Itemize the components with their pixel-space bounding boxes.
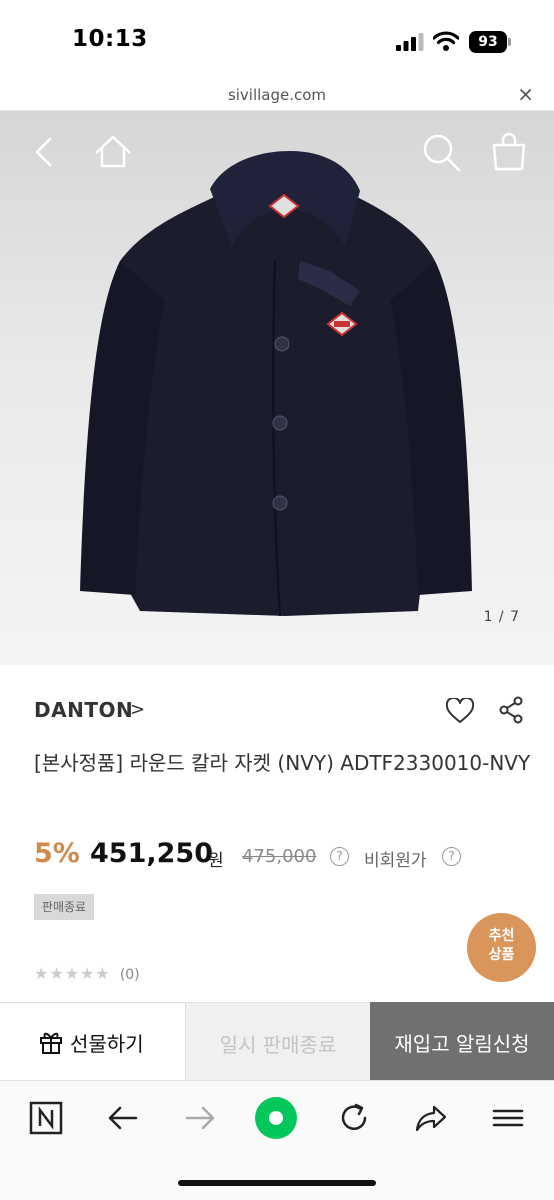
- home-icon[interactable]: [92, 131, 134, 173]
- status-time: 10:13: [72, 26, 148, 52]
- product-image: [80, 151, 472, 617]
- discount-rate: 5%: [34, 838, 80, 869]
- battery-cap: [508, 38, 511, 46]
- reload-icon[interactable]: [337, 1101, 371, 1135]
- currency-unit: 원: [208, 851, 224, 871]
- temp-soldout-label: 일시 판매종료: [219, 1033, 337, 1057]
- star-icon: ★: [64, 964, 80, 983]
- search-icon[interactable]: [420, 131, 462, 173]
- status-bar: 10:13 93: [0, 0, 554, 80]
- cellular-signal-icon: [396, 33, 424, 51]
- product-image-carousel[interactable]: 1 / 7: [0, 111, 554, 665]
- help-icon[interactable]: ?: [330, 847, 349, 866]
- home-indicator: [178, 1180, 376, 1186]
- star-icon: ★: [95, 964, 110, 983]
- back-icon[interactable]: [24, 131, 66, 173]
- recommend-label-line1: 추천: [488, 928, 515, 944]
- image-counter: 1 / 7: [483, 609, 520, 625]
- original-price: 475,000: [242, 846, 317, 867]
- restock-alert-button[interactable]: 재입고 알림신청: [370, 1002, 554, 1080]
- forward-arrow-icon[interactable]: [183, 1101, 217, 1135]
- temporarily-sold-out-button: 일시 판매종료: [186, 1002, 370, 1080]
- share-arrow-icon[interactable]: [414, 1101, 448, 1135]
- rating[interactable]: ★★★★★ (0): [34, 964, 140, 984]
- close-icon[interactable]: ×: [517, 82, 534, 106]
- cart-icon[interactable]: [488, 131, 530, 173]
- url-domain[interactable]: sivillage.com: [0, 86, 554, 104]
- bottom-action-bar: 선물하기 일시 판매종료 재입고 알림신청: [0, 1002, 554, 1080]
- share-icon[interactable]: [498, 696, 524, 724]
- nonmember-price-label: 비회원가: [364, 851, 427, 871]
- wifi-icon: [433, 31, 459, 51]
- star-icon: ★: [49, 964, 64, 983]
- star-icon: ★: [34, 964, 49, 983]
- recommend-label-line2: 상품: [488, 947, 515, 963]
- product-name: [본사정품] 라운드 칼라 자켓 (NVY) ADTF2330010-NVY: [34, 751, 531, 775]
- chevron-right-icon[interactable]: >: [130, 699, 145, 720]
- recommend-button[interactable]: 추천 상품: [467, 913, 536, 982]
- gift-button[interactable]: 선물하기: [0, 1002, 186, 1080]
- battery-indicator: 93: [469, 31, 507, 53]
- sale-price: 451,250: [90, 838, 213, 869]
- url-bar[interactable]: sivillage.com ×: [0, 80, 554, 111]
- naver-icon[interactable]: [29, 1101, 63, 1135]
- back-arrow-icon[interactable]: [106, 1101, 140, 1135]
- help-icon[interactable]: ?: [442, 847, 461, 866]
- status-badge: 판매종료: [34, 894, 94, 920]
- price-row: 5% 451,250 원 475,000 ? 비회원가 ?: [34, 838, 534, 874]
- restock-label: 재입고 알림신청: [394, 1032, 530, 1056]
- heart-icon[interactable]: [446, 698, 474, 724]
- gift-icon: [40, 1032, 62, 1054]
- green-dot-icon[interactable]: [253, 1095, 299, 1141]
- gift-button-label: 선물하기: [70, 1032, 144, 1056]
- star-icon: ★: [80, 964, 95, 983]
- review-count[interactable]: (0): [120, 967, 140, 983]
- menu-icon[interactable]: [491, 1101, 525, 1135]
- brand-link[interactable]: DANTON: [34, 698, 133, 722]
